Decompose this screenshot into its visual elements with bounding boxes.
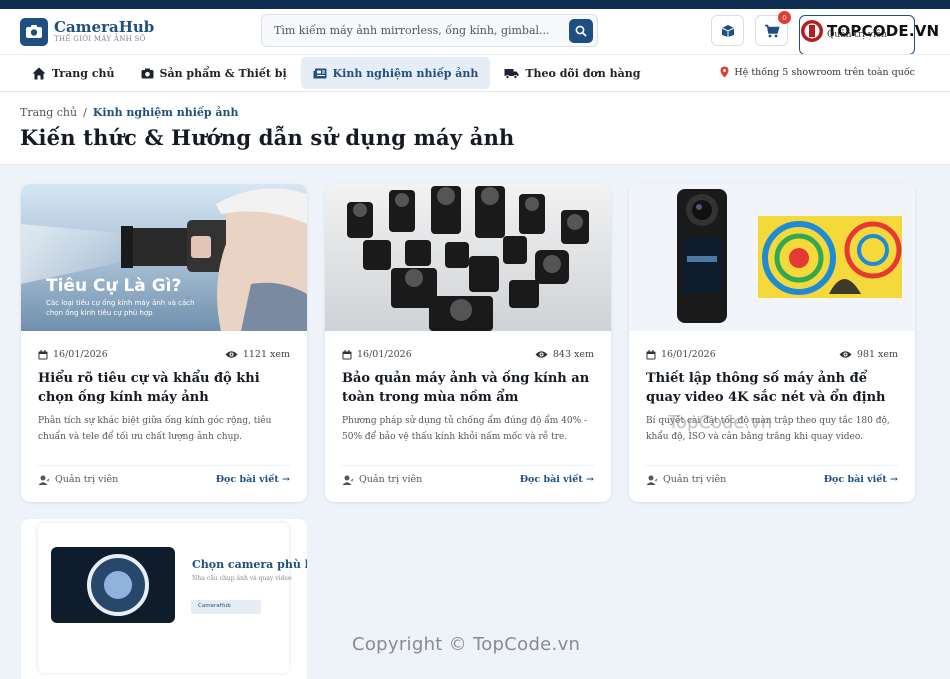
camera-icon	[141, 68, 154, 78]
showroom-text: Hệ thống 5 showroom trên toàn quốc	[734, 66, 915, 78]
article-date: 16/01/2026	[661, 349, 716, 360]
page-header: Trang chủ / Kinh nghiệm nhiếp ảnh Kiến t…	[0, 92, 950, 165]
user-icon	[38, 475, 50, 485]
eye-icon	[535, 351, 548, 358]
truck-icon	[504, 68, 519, 79]
user-icon	[342, 475, 354, 485]
main-nav: Trang chủ Sản phẩm & Thiết bị Kinh nghiệ…	[0, 54, 950, 92]
read-more-link[interactable]: Đọc bài viết →	[824, 474, 898, 485]
thumbnail-title: Chọn camera phù h	[192, 558, 307, 571]
eye-icon	[839, 351, 852, 358]
topcode-watermark-logo: TOPCODE.VN	[800, 19, 939, 43]
camera-guide-image	[51, 547, 261, 623]
search-icon	[575, 25, 587, 37]
calendar-icon	[38, 349, 48, 359]
article-excerpt: Phân tích sự khác biệt giữa ống kính góc…	[38, 416, 272, 442]
article-title[interactable]: Bảo quản máy ảnh và ống kính an toàn tro…	[342, 369, 594, 407]
cart-count-badge: 0	[778, 11, 791, 24]
copyright-watermark: Copyright © TopCode.vn	[352, 634, 581, 655]
brand-logo[interactable]: CameraHub THẾ GIỚI MÁY ẢNH SỐ	[20, 17, 155, 46]
nav-label: Theo dõi đơn hàng	[525, 66, 641, 80]
camera-logo-icon	[20, 17, 48, 46]
calendar-icon	[342, 349, 352, 359]
site-header: CameraHub THẾ GIỚI MÁY ẢNH SỐ 0 Quản trị…	[0, 9, 950, 55]
article-meta: 16/01/2026 1121 xem	[38, 349, 290, 360]
article-footer: Quản trị viên Đọc bài viết →	[646, 465, 898, 485]
read-more-link[interactable]: Đọc bài viết →	[216, 474, 290, 485]
topcode-logo-text: TOPCODE.VN	[827, 22, 940, 40]
article-excerpt: Phương pháp sử dụng tủ chống ẩm đúng độ …	[342, 416, 588, 442]
article-thumbnail[interactable]	[629, 184, 915, 331]
map-pin-icon	[720, 66, 729, 78]
article-author: Quản trị viên	[55, 474, 119, 485]
showroom-info[interactable]: Hệ thống 5 showroom trên toàn quốc	[720, 66, 915, 78]
article-date: 16/01/2026	[357, 349, 412, 360]
article-thumbnail[interactable]	[325, 184, 611, 331]
article-card[interactable]: 16/01/2026 843 xem Bảo quản máy ảnh và ố…	[325, 184, 611, 502]
nav-label: Sản phẩm & Thiết bị	[159, 66, 287, 80]
camera-box-icon	[721, 24, 734, 37]
brand-tagline: THẾ GIỚI MÁY ẢNH SỐ	[54, 34, 146, 43]
newspaper-icon	[313, 68, 327, 78]
thumbnail-subtitle: Nhu cầu chụp ảnh và quay video	[192, 575, 292, 582]
article-author: Quản trị viên	[359, 474, 423, 485]
article-card[interactable]: Tiêu Cự Là Gì? Các loại tiêu cự ống kính…	[21, 184, 307, 502]
thumbnail-tag: CameraHub	[198, 603, 231, 609]
article-title[interactable]: Hiểu rõ tiêu cự và khẩu độ khi chọn ống …	[38, 369, 290, 407]
top-strip	[0, 0, 950, 9]
article-meta: 16/01/2026 843 xem	[342, 349, 594, 360]
breadcrumb: Trang chủ / Kinh nghiệm nhiếp ảnh	[20, 106, 930, 119]
thumbnail-caption: Các loại tiêu cự ống kính máy ảnh và các…	[46, 299, 195, 317]
article-views: 1121 xem	[242, 349, 290, 360]
article-views: 981 xem	[856, 349, 898, 360]
search-button[interactable]	[569, 18, 593, 43]
article-card[interactable]: Chọn camera phù h Nhu cầu chụp ảnh và qu…	[21, 519, 307, 679]
nav-item-order-tracking[interactable]: Theo dõi đơn hàng	[492, 57, 652, 89]
brand-name: CameraHub	[54, 17, 155, 36]
page-title: Kiến thức & Hướng dẫn sử dụng máy ảnh	[20, 125, 515, 150]
camera-compare-button[interactable]	[711, 15, 744, 46]
cart-button[interactable]: 0	[755, 11, 791, 46]
eye-icon	[225, 351, 238, 358]
article-footer: Quản trị viên Đọc bài viết →	[342, 465, 594, 485]
topcode-logo-icon	[801, 20, 823, 42]
search-input[interactable]	[262, 15, 569, 46]
article-title[interactable]: Thiết lập thông số máy ảnh để quay video…	[646, 369, 898, 407]
lens-collection-image	[325, 184, 611, 331]
article-author: Quản trị viên	[663, 474, 727, 485]
article-thumbnail[interactable]: Tiêu Cự Là Gì? Các loại tiêu cự ống kính…	[21, 184, 307, 331]
nav-label: Trang chủ	[52, 66, 115, 80]
article-footer: Quản trị viên Đọc bài viết →	[38, 465, 290, 485]
breadcrumb-home[interactable]: Trang chủ	[20, 106, 77, 119]
video-camera-image	[629, 184, 915, 331]
nav-label: Kinh nghiệm nhiếp ảnh	[332, 66, 479, 80]
article-thumbnail[interactable]: Chọn camera phù h Nhu cầu chụp ảnh và qu…	[38, 523, 307, 673]
nav-item-home[interactable]: Trang chủ	[20, 57, 127, 89]
read-more-link[interactable]: Đọc bài viết →	[520, 474, 594, 485]
article-views: 843 xem	[552, 349, 594, 360]
thumbnail-heading: Tiêu Cự Là Gì?	[46, 276, 182, 296]
nav-item-photography-tips[interactable]: Kinh nghiệm nhiếp ảnh	[300, 57, 491, 89]
calendar-icon	[646, 349, 656, 359]
breadcrumb-separator: /	[83, 106, 87, 119]
cart-icon	[764, 24, 780, 37]
search-bar	[261, 14, 598, 47]
user-icon	[646, 475, 658, 485]
article-date: 16/01/2026	[53, 349, 108, 360]
nav-item-products[interactable]: Sản phẩm & Thiết bị	[129, 57, 299, 89]
home-icon	[32, 67, 46, 79]
article-meta: 16/01/2026 981 xem	[646, 349, 898, 360]
watermark-text: TopCode.vn	[668, 412, 773, 433]
article-card[interactable]: 16/01/2026 981 xem Thiết lập thông số má…	[629, 184, 915, 502]
breadcrumb-current: Kinh nghiệm nhiếp ảnh	[92, 106, 239, 119]
